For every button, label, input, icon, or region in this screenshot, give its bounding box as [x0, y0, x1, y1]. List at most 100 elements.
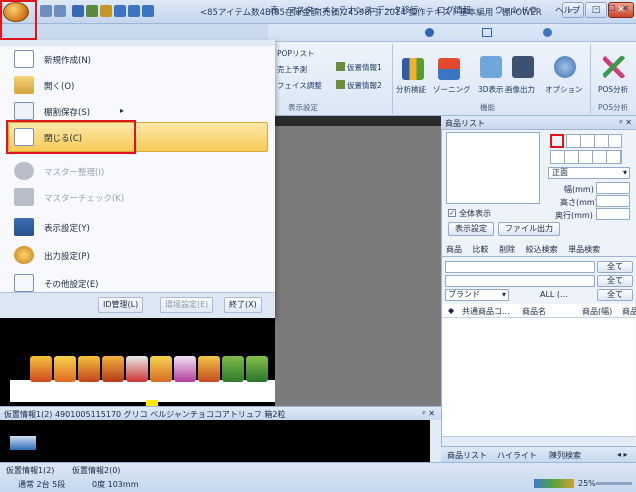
product-item[interactable] — [246, 356, 268, 382]
tab-nav-arrows[interactable]: ◂ ▸ — [617, 450, 628, 459]
temp-product-thumb[interactable] — [10, 436, 36, 450]
col-product[interactable]: 商品 — [622, 306, 636, 317]
product-item[interactable] — [174, 356, 196, 382]
panel-tabs: 商品 比較 削除 絞込検索 単品検索 — [446, 244, 608, 255]
depth-field[interactable] — [596, 208, 630, 220]
info-pin-close[interactable]: ᵖ ✕ — [422, 409, 435, 418]
exit-button[interactable]: 終了(X) — [224, 297, 262, 313]
face-selector-grid-row2[interactable] — [550, 150, 622, 164]
show-all-checkbox[interactable]: ✓ — [448, 209, 456, 217]
face-selector-grid[interactable] — [566, 134, 622, 148]
tab-compare[interactable]: 比較 — [473, 245, 489, 254]
all-button-2[interactable]: 全て — [597, 275, 633, 287]
status-tab-temp-2[interactable]: 仮置情報2(0) — [72, 465, 120, 476]
product-item[interactable] — [150, 356, 172, 382]
tab-log-info[interactable]: ログ情報 — [437, 4, 471, 16]
tab-product[interactable]: 商品 — [446, 245, 462, 254]
tab-window[interactable]: ウィンドウ — [495, 4, 538, 16]
tab-display-search[interactable]: 陳列検索 — [549, 450, 581, 461]
analysis-icon[interactable] — [402, 58, 424, 80]
temp-info-canvas[interactable] — [0, 420, 441, 462]
env-settings-button[interactable]: 環境設定(E) — [160, 297, 214, 313]
tab-product-list[interactable]: 商品リスト — [447, 450, 487, 461]
width-label: 幅(mm) — [564, 185, 594, 194]
product-item[interactable] — [54, 356, 76, 382]
product-item[interactable] — [126, 356, 148, 382]
group-pos: POS分析 — [598, 103, 629, 112]
all-button-3[interactable]: 全て — [597, 289, 633, 301]
options-gear-icon[interactable] — [554, 56, 576, 78]
tab-master-maintenance[interactable]: マスターメンテナンス — [288, 4, 373, 16]
sales-forecast-button[interactable]: 売上予測 — [277, 64, 307, 75]
product-item[interactable] — [102, 356, 124, 382]
menu-item-open[interactable]: 開く(O) — [8, 72, 270, 98]
image-output-button[interactable]: 画像出力 — [505, 84, 535, 95]
col-product-name[interactable]: 商品名 — [522, 306, 546, 317]
menu-item-display-settings[interactable]: 表示設定(Y) — [8, 214, 270, 240]
panel-pin-close[interactable]: ᵖ ✕ — [619, 118, 632, 127]
product-table-body[interactable] — [442, 318, 635, 436]
analysis-verify-button[interactable]: 分析検証 — [396, 84, 426, 95]
display-settings-button[interactable]: 表示設定 — [448, 222, 494, 236]
product-item[interactable] — [198, 356, 220, 382]
view-select[interactable]: 正面 ▾ — [548, 167, 630, 179]
filter-field-2[interactable] — [445, 275, 595, 287]
menu-item-master-check[interactable]: マスターチェック(K) — [8, 184, 270, 210]
options-button[interactable]: オプション — [545, 84, 583, 95]
tab-highlight[interactable]: ハイライト — [497, 450, 537, 461]
view-mode-icons[interactable] — [534, 479, 574, 488]
tab-item-search[interactable]: 単品検索 — [568, 245, 600, 254]
zoom-slider[interactable] — [596, 482, 632, 485]
open-folder-icon[interactable] — [100, 5, 112, 17]
product-item[interactable] — [30, 356, 52, 382]
status-tab-temp-1[interactable]: 仮置情報1(2) — [6, 465, 54, 476]
tab-help[interactable]: ヘルプ — [555, 4, 581, 16]
save-icon[interactable] — [72, 5, 84, 17]
camera-icon[interactable] — [512, 56, 534, 78]
product-item[interactable] — [222, 356, 244, 382]
tab-filter-search[interactable]: 絞込検索 — [526, 245, 558, 254]
filter-field-1[interactable] — [445, 261, 595, 273]
width-field[interactable] — [596, 182, 630, 194]
undo-icon[interactable] — [40, 5, 52, 17]
pos-analysis-button[interactable]: POS分析 — [598, 84, 628, 95]
ribbon-close[interactable]: ✕ — [622, 4, 629, 14]
all-button-1[interactable]: 全て — [597, 261, 633, 273]
tab-partial[interactable]: 表 — [270, 4, 279, 16]
horizontal-scrollbar[interactable] — [442, 436, 635, 446]
display-grid-icon — [14, 218, 34, 236]
ribbon-restore[interactable]: ☐ — [608, 4, 616, 14]
pos-analysis-icon[interactable] — [603, 56, 625, 78]
table-icon[interactable] — [142, 5, 154, 17]
redo-icon[interactable] — [54, 5, 66, 17]
tab-delete[interactable]: 削除 — [499, 245, 515, 254]
3d-view-icon[interactable] — [480, 56, 502, 78]
zoom-icon[interactable] — [114, 5, 126, 17]
id-manage-button[interactable]: ID管理(L) — [98, 297, 144, 313]
temp-info-2-button[interactable]: 仮置情報2 — [347, 80, 382, 91]
zoning-icon[interactable] — [438, 58, 460, 80]
menu-item-new[interactable]: 新規作成(N) — [8, 46, 270, 72]
tab-data-migration[interactable]: データ移行 — [376, 4, 419, 16]
temp-info-1-button[interactable]: 仮置情報1 — [347, 62, 382, 73]
vertical-scrollbar[interactable] — [430, 420, 441, 462]
menu-item-master-organize[interactable]: マスター整理(I) — [8, 158, 270, 184]
3d-view-button[interactable]: 3D表示 — [478, 84, 504, 95]
ribbon-minimize[interactable]: - — [595, 4, 598, 14]
brand-all-value: ALL (... — [540, 290, 568, 299]
col-common-code[interactable]: 共通商品コ... — [462, 306, 510, 317]
zoning-button[interactable]: ゾーニング — [433, 84, 471, 95]
pop-list-button[interactable]: POPリスト — [277, 48, 314, 59]
face-adjust-button[interactable]: フェイス調整 — [277, 80, 322, 91]
col-product-width[interactable]: 商品(幅) — [582, 306, 612, 317]
menu-item-output-settings[interactable]: 出力設定(P) — [8, 242, 270, 268]
panel-header: 商品リスト ᵖ ✕ — [441, 116, 636, 130]
planogram-canvas[interactable] — [275, 116, 441, 406]
height-field[interactable] — [596, 195, 630, 207]
print-icon[interactable] — [86, 5, 98, 17]
brand-select[interactable]: ブランド ▾ — [445, 289, 509, 301]
layout-icon[interactable] — [128, 5, 140, 17]
face-selector-selected[interactable] — [550, 134, 564, 148]
file-output-button[interactable]: ファイル出力 — [498, 222, 560, 236]
product-item[interactable] — [78, 356, 100, 382]
